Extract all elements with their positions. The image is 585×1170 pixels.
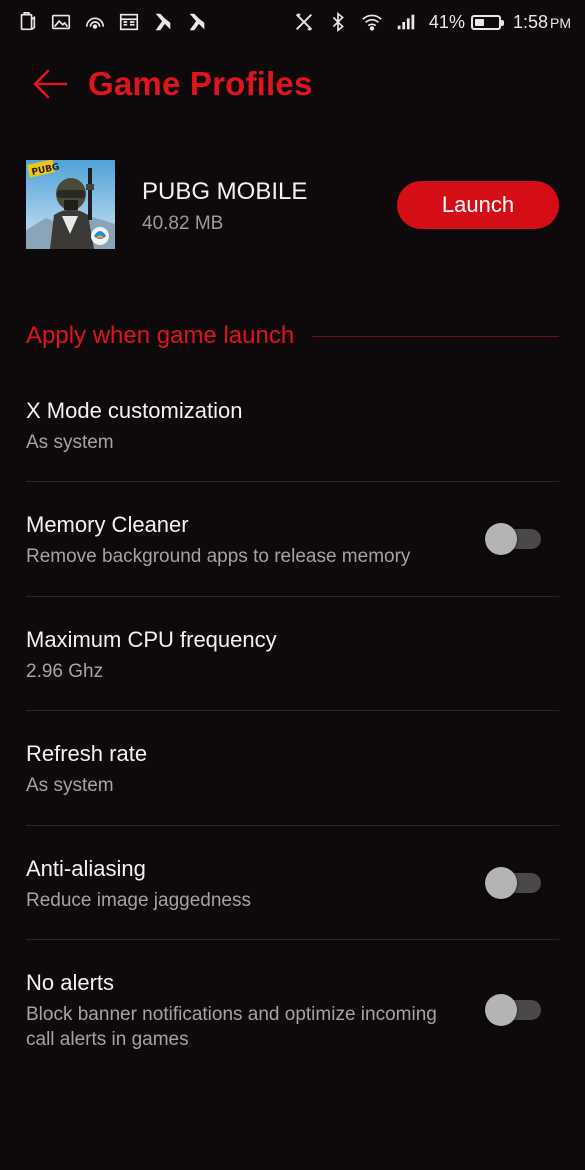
game-thumbnail: PUBG bbox=[26, 160, 115, 249]
battery-indicator: 41% bbox=[428, 11, 504, 33]
toggle-thumb bbox=[485, 867, 517, 899]
toggle-thumb bbox=[485, 523, 517, 555]
setting-subtitle: Reduce image jaggedness bbox=[26, 890, 251, 911]
game-name: PUBG MOBILE bbox=[142, 178, 308, 205]
clipboard-icon bbox=[16, 11, 38, 33]
no-alerts-toggle[interactable] bbox=[485, 994, 541, 1026]
back-button[interactable] bbox=[20, 54, 80, 114]
memory-cleaner-toggle[interactable] bbox=[485, 523, 541, 555]
status-bar-right: 41% 1:58 PM bbox=[293, 11, 571, 33]
clock-suffix: PM bbox=[550, 14, 571, 31]
toggle-thumb bbox=[485, 994, 517, 1026]
clock-time: 1:58 bbox=[512, 11, 548, 32]
setting-refresh-rate[interactable]: Refresh rate As system bbox=[26, 711, 559, 826]
anti-aliasing-toggle[interactable] bbox=[485, 867, 541, 899]
setting-title: X Mode customization bbox=[26, 398, 243, 423]
status-bar-left bbox=[16, 11, 208, 33]
setting-title: Memory Cleaner bbox=[26, 512, 189, 537]
wifi-icon bbox=[361, 11, 383, 33]
app-header: Game Profiles bbox=[0, 52, 585, 116]
signal-icon bbox=[395, 11, 417, 33]
calendar-icon bbox=[118, 11, 140, 33]
setting-x-mode[interactable]: X Mode customization As system bbox=[26, 368, 559, 482]
setting-subtitle: Block banner notifications and optimize … bbox=[26, 1004, 437, 1050]
app-notification-icon bbox=[152, 11, 174, 33]
image-icon bbox=[50, 11, 72, 33]
game-size: 40.82 MB bbox=[142, 213, 224, 234]
battery-fill bbox=[474, 18, 484, 26]
launch-button[interactable]: Launch bbox=[397, 181, 559, 229]
setting-memory-cleaner[interactable]: Memory Cleaner Remove background apps to… bbox=[26, 482, 559, 597]
status-bar: 41% 1:58 PM bbox=[0, 0, 585, 44]
app-notification-icon bbox=[186, 11, 208, 33]
setting-max-cpu-frequency[interactable]: Maximum CPU frequency 2.96 Ghz bbox=[26, 597, 559, 711]
x-app-icon bbox=[293, 11, 315, 33]
page-title: Game Profiles bbox=[88, 65, 313, 102]
battery-percent: 41% bbox=[428, 11, 465, 32]
arrow-left-icon bbox=[33, 69, 68, 99]
bluetooth-icon bbox=[327, 11, 349, 33]
setting-no-alerts[interactable]: No alerts Block banner notifications and… bbox=[26, 940, 559, 1080]
section-title: Apply when game launch bbox=[26, 322, 295, 349]
section-divider bbox=[312, 335, 559, 337]
setting-title: No alerts bbox=[26, 970, 115, 995]
setting-title: Refresh rate bbox=[26, 741, 148, 766]
setting-subtitle: Remove background apps to release memory bbox=[26, 546, 411, 567]
settings-list: X Mode customization As system Memory Cl… bbox=[0, 368, 585, 1080]
setting-title: Anti-aliasing bbox=[26, 856, 146, 881]
game-card: PUBG PUBG MOBILE 40.82 MB Launch bbox=[0, 158, 585, 252]
hotspot-icon bbox=[84, 11, 106, 33]
setting-subtitle: As system bbox=[26, 432, 114, 453]
setting-title: Maximum CPU frequency bbox=[26, 627, 277, 652]
section-header: Apply when game launch bbox=[26, 318, 559, 354]
setting-subtitle: As system bbox=[26, 775, 114, 796]
setting-anti-aliasing[interactable]: Anti-aliasing Reduce image jaggedness bbox=[26, 826, 559, 940]
clock: 1:58 PM bbox=[513, 12, 571, 33]
setting-subtitle: 2.96 Ghz bbox=[26, 661, 104, 682]
battery-icon bbox=[470, 14, 504, 30]
